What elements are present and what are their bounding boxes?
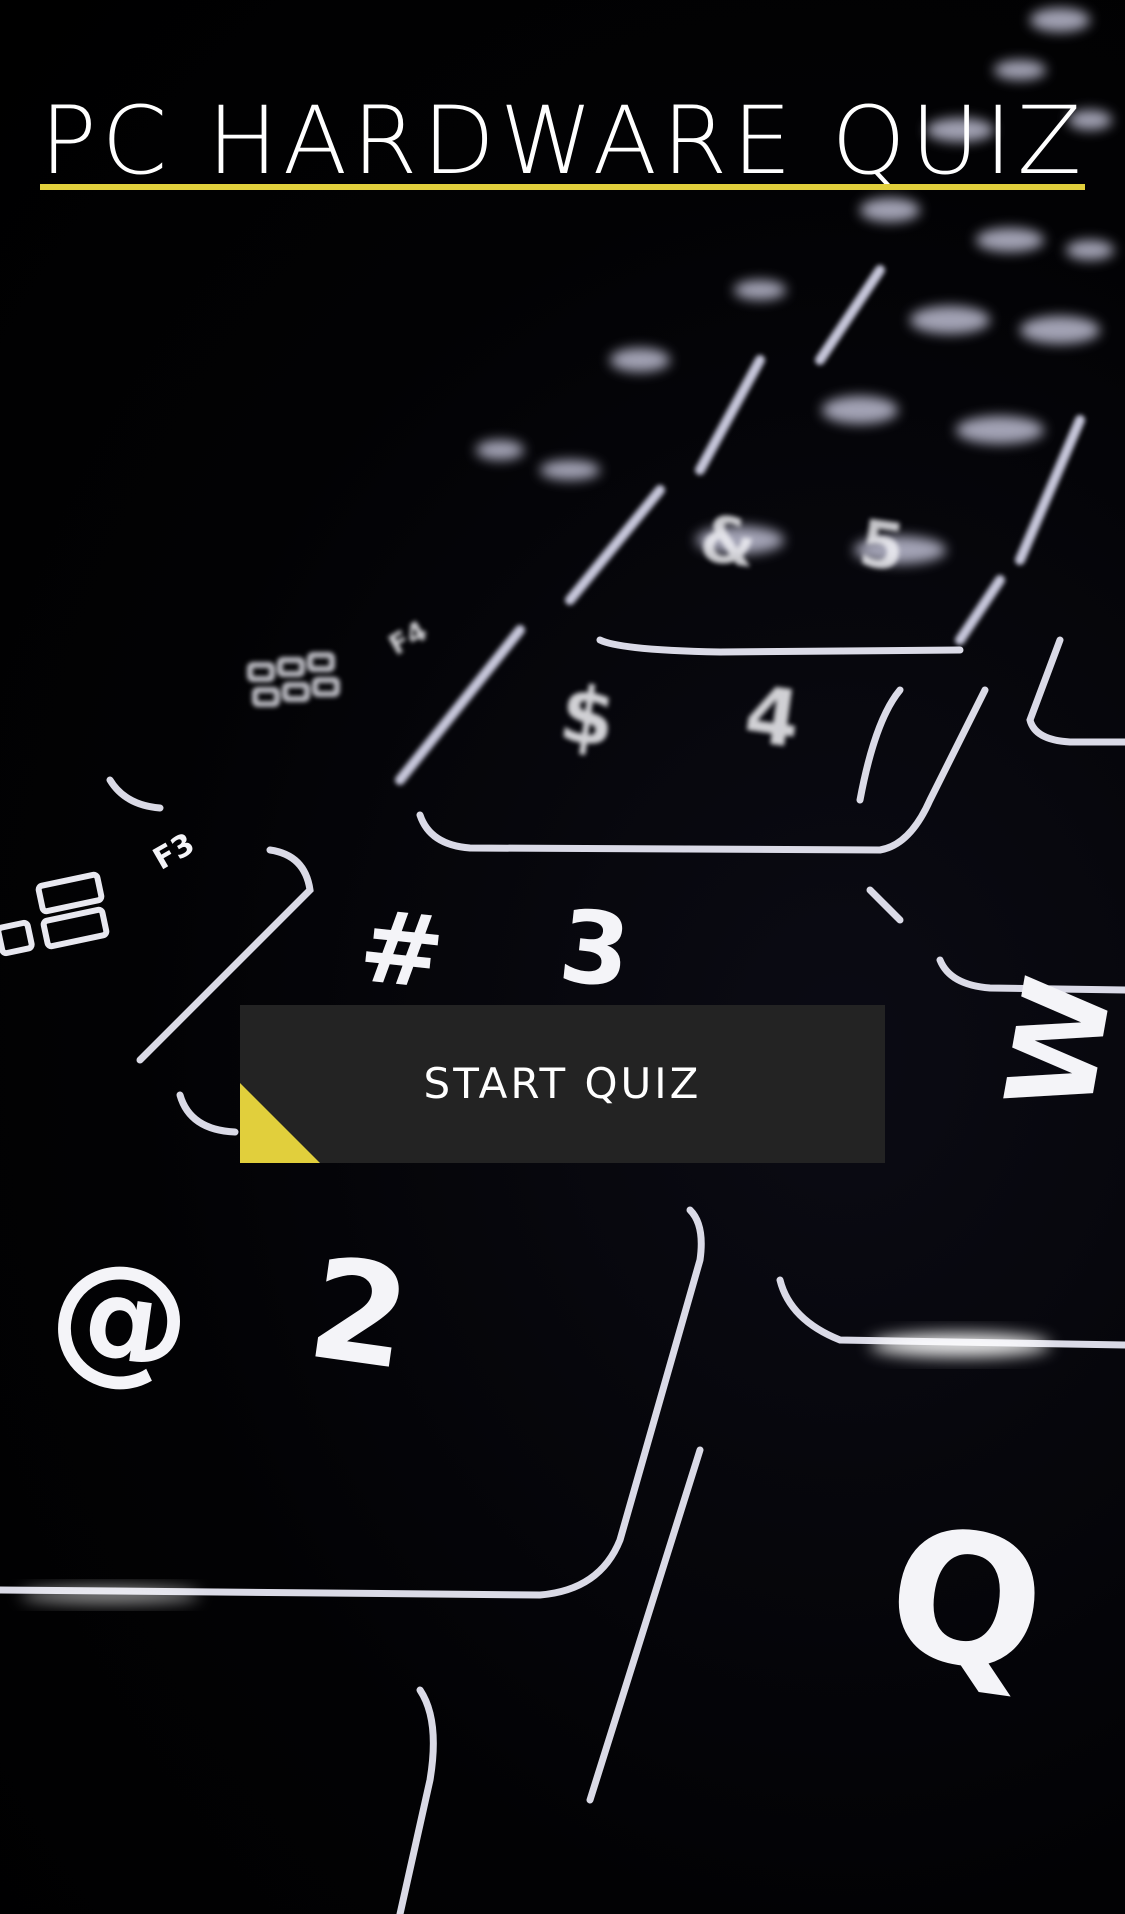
key-legend-4: 4 xyxy=(739,670,805,767)
key-legend-q: Q xyxy=(876,1487,1057,1715)
title-underline xyxy=(40,184,1085,190)
quiz-start-screen: $ 4 # 3 @ 2 & 5 W Q F3 F4 PC HARDWARE QU… xyxy=(0,0,1125,1914)
key-legend-at: @ xyxy=(40,1227,201,1408)
key-legend-ampersand: & xyxy=(695,502,761,583)
key-legend-f4: F4 xyxy=(383,614,433,662)
key-legend-5: 5 xyxy=(855,507,909,586)
start-quiz-button[interactable]: START QUIZ xyxy=(240,1005,885,1163)
key-legend-hash: # xyxy=(354,887,450,1012)
key-legend-f3: F3 xyxy=(147,826,200,877)
key-legend-2: 2 xyxy=(300,1227,419,1402)
page-title: PC HARDWARE QUIZ xyxy=(40,87,1087,196)
start-quiz-button-label: START QUIZ xyxy=(423,1059,702,1108)
keyboard-background-image: $ 4 # 3 @ 2 & 5 W Q F3 F4 xyxy=(0,8,1125,1914)
key-legend-dollar: $ xyxy=(554,669,620,766)
key-legend-w: W xyxy=(980,968,1125,1123)
key-legend-3: 3 xyxy=(554,887,635,1011)
